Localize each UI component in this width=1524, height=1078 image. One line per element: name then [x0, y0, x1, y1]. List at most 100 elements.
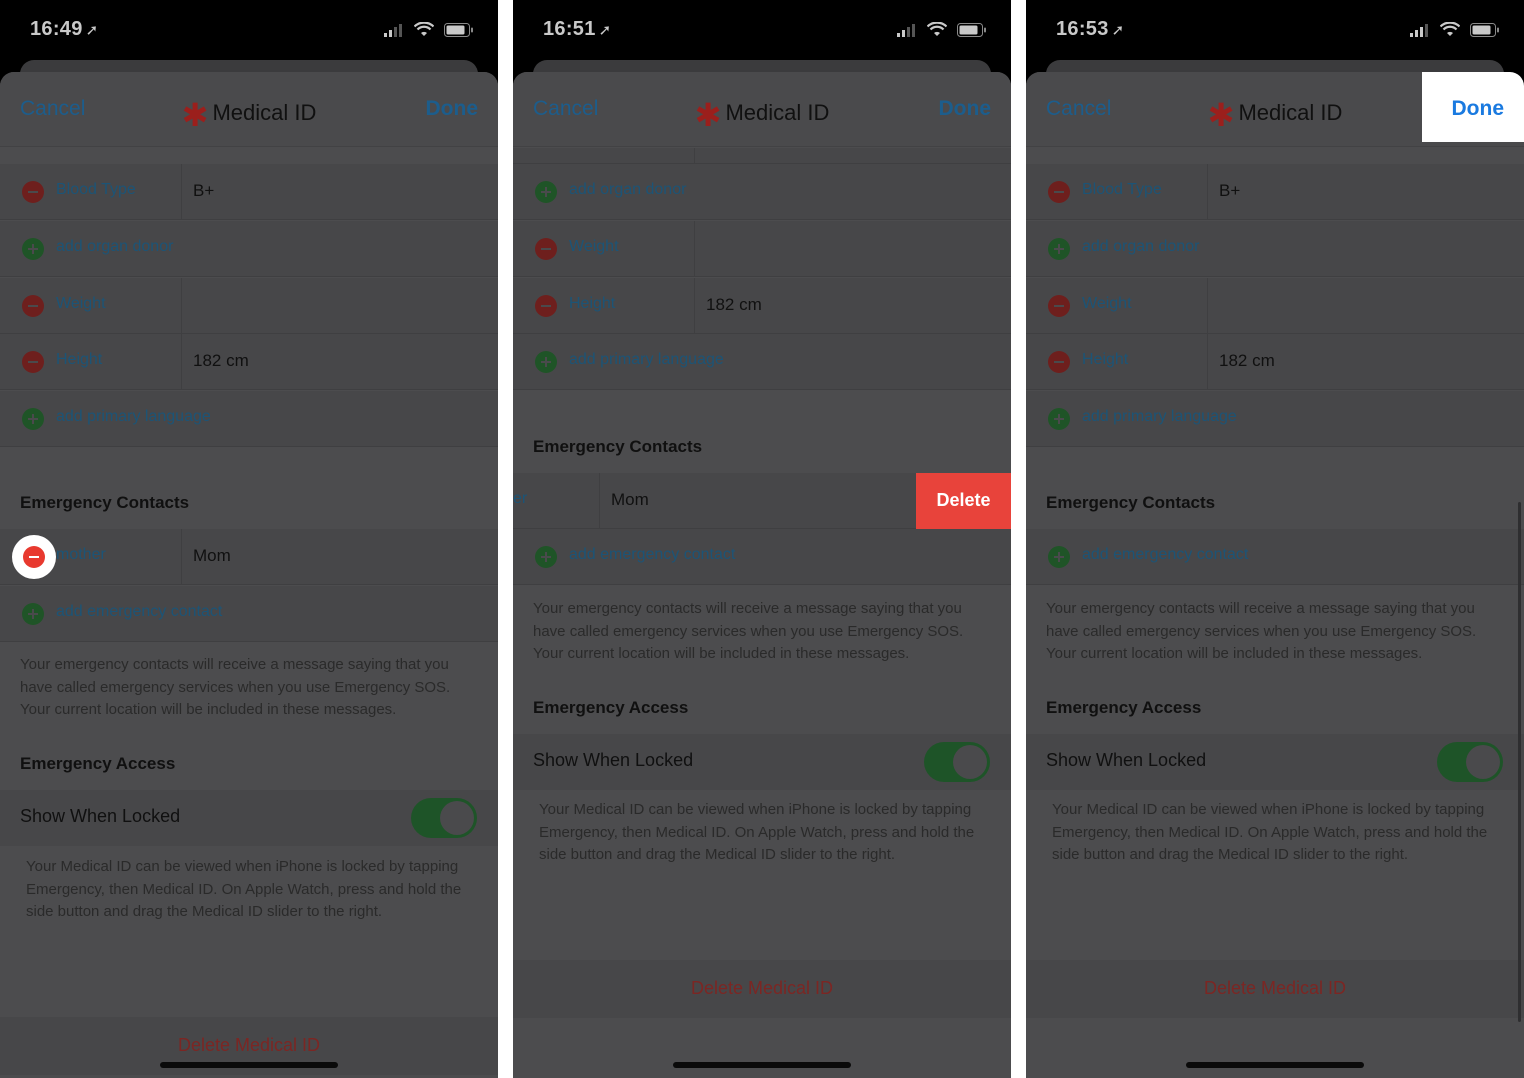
- emergency-contacts-note: Your emergency contacts will receive a m…: [20, 656, 451, 718]
- row-label: Height: [1082, 351, 1129, 368]
- status-bar: 16:49 ➚: [0, 0, 498, 62]
- plus-circle-icon[interactable]: [22, 238, 44, 260]
- row-divider: [1207, 334, 1208, 389]
- show-when-locked-toggle[interactable]: [1437, 742, 1503, 782]
- row-value[interactable]: 182 cm: [1219, 351, 1275, 371]
- row-blood-type[interactable]: Blood Type B+: [0, 164, 498, 220]
- row-add-primary-language[interactable]: add primary language: [513, 334, 1011, 390]
- toggle-knob: [953, 745, 987, 779]
- done-button[interactable]: Done: [1452, 97, 1505, 121]
- emergency-access-header: Emergency Access: [1046, 698, 1202, 717]
- status-icons: [384, 22, 474, 37]
- nav-bar: Cancel ✱ Medical ID Done: [513, 72, 1011, 147]
- plus-circle-icon[interactable]: [1048, 238, 1070, 260]
- plus-circle-icon[interactable]: [22, 408, 44, 430]
- plus-circle-icon[interactable]: [535, 181, 557, 203]
- minus-circle-icon[interactable]: [1048, 351, 1070, 373]
- status-time-label: 16:53: [1056, 18, 1109, 40]
- row-add-emergency-contact[interactable]: add emergency contact: [0, 586, 498, 642]
- row-add-emergency-contact[interactable]: add emergency contact: [513, 529, 1011, 585]
- show-when-locked-label: Show When Locked: [1046, 750, 1207, 770]
- row-add-primary-language[interactable]: add primary language: [1026, 391, 1524, 447]
- delete-medical-id-button[interactable]: Delete Medical ID: [1026, 960, 1524, 1018]
- emergency-contacts-header: Emergency Contacts: [20, 493, 190, 512]
- cellular-signal-icon: [897, 23, 915, 37]
- emergency-contacts-header: Emergency Contacts: [1046, 493, 1216, 512]
- row-add-organ-donor[interactable]: add organ donor: [513, 164, 1011, 220]
- show-when-locked-toggle[interactable]: [411, 798, 477, 838]
- plus-circle-icon[interactable]: [535, 351, 557, 373]
- scroll-indicator[interactable]: [1518, 502, 1521, 1022]
- home-indicator[interactable]: [160, 1062, 338, 1068]
- row-height[interactable]: Height 182 cm: [513, 278, 1011, 334]
- page-title: ✱ Medical ID: [0, 96, 498, 134]
- status-time-label: 16:51: [543, 18, 596, 40]
- highlighted-minus-icon[interactable]: [12, 535, 56, 579]
- plus-circle-icon[interactable]: [1048, 546, 1070, 568]
- minus-circle-icon[interactable]: [22, 351, 44, 373]
- medical-star-icon: ✱: [181, 97, 209, 133]
- row-weight[interactable]: Weight: [1026, 278, 1524, 334]
- screen-3: 16:53 ➚ Cancel ✱ Medical ID Done Blood Typ…: [1026, 0, 1524, 1078]
- minus-circle-icon[interactable]: [22, 181, 44, 203]
- row-partial: [513, 148, 1011, 164]
- show-when-locked-label: Show When Locked: [20, 806, 181, 826]
- emergency-access-note: Your Medical ID can be viewed when iPhon…: [26, 858, 462, 920]
- status-icons: [897, 22, 987, 37]
- row-value[interactable]: B+: [193, 181, 214, 201]
- row-add-emergency-contact[interactable]: add emergency contact: [1026, 529, 1524, 585]
- row-value[interactable]: 182 cm: [706, 295, 762, 315]
- minus-circle-icon[interactable]: [535, 238, 557, 260]
- battery-icon: [1470, 22, 1499, 37]
- row-value[interactable]: B+: [1219, 181, 1240, 201]
- row-divider: [181, 164, 182, 219]
- location-arrow-icon: ➚: [85, 22, 99, 39]
- plus-circle-icon[interactable]: [22, 603, 44, 625]
- row-add-primary-language[interactable]: add primary language: [0, 391, 498, 447]
- done-button[interactable]: Done: [939, 97, 992, 121]
- medical-star-icon: ✱: [694, 97, 722, 133]
- delete-contact-button[interactable]: Delete: [916, 473, 1011, 529]
- status-bar: 16:51 ➚: [513, 0, 1011, 62]
- done-button[interactable]: Done: [426, 97, 479, 121]
- plus-circle-icon[interactable]: [535, 546, 557, 568]
- emergency-access-note: Your Medical ID can be viewed when iPhon…: [539, 801, 975, 863]
- row-weight[interactable]: Weight: [0, 278, 498, 334]
- wifi-icon: [1440, 22, 1460, 36]
- emergency-access-note: Your Medical ID can be viewed when iPhon…: [1052, 801, 1488, 863]
- minus-circle-icon[interactable]: [1048, 295, 1070, 317]
- wifi-icon: [927, 22, 947, 36]
- row-blood-type[interactable]: Blood Type B+: [1026, 164, 1524, 220]
- row-divider: [694, 278, 695, 333]
- row-divider: [1207, 278, 1208, 333]
- row-weight[interactable]: Weight: [513, 221, 1011, 277]
- row-height[interactable]: Height 182 cm: [0, 334, 498, 390]
- row-emergency-contact[interactable]: mother Mom: [0, 529, 498, 585]
- medical-star-icon: ✱: [1207, 97, 1235, 133]
- row-divider: [181, 278, 182, 333]
- show-when-locked-label: Show When Locked: [533, 750, 694, 770]
- show-when-locked-toggle[interactable]: [924, 742, 990, 782]
- cellular-signal-icon: [384, 23, 402, 37]
- row-show-when-locked: Show When Locked: [1026, 734, 1524, 790]
- minus-circle-icon[interactable]: [22, 295, 44, 317]
- row-divider: [181, 529, 182, 584]
- delete-medical-id-button[interactable]: Delete Medical ID: [513, 960, 1011, 1018]
- row-add-organ-donor[interactable]: add organ donor: [0, 221, 498, 277]
- screen-1: 16:49 ➚ Cancel ✱ Medical ID Done Blood Typ…: [0, 0, 498, 1078]
- home-indicator[interactable]: [673, 1062, 851, 1068]
- row-height[interactable]: Height 182 cm: [1026, 334, 1524, 390]
- row-emergency-contact-swiped[interactable]: er Mom Delete: [513, 473, 1011, 529]
- minus-circle-icon[interactable]: [1048, 181, 1070, 203]
- toggle-knob: [440, 801, 474, 835]
- status-time: 16:53 ➚: [1056, 18, 1125, 41]
- minus-circle-icon[interactable]: [535, 295, 557, 317]
- plus-circle-icon[interactable]: [1048, 408, 1070, 430]
- screen-2: 16:51 ➚ Cancel ✱ Medical ID Done add organ…: [513, 0, 1011, 1078]
- row-divider: [181, 334, 182, 389]
- row-value[interactable]: 182 cm: [193, 351, 249, 371]
- row-add-organ-donor[interactable]: add organ donor: [1026, 221, 1524, 277]
- status-time: 16:49 ➚: [30, 18, 99, 41]
- home-indicator[interactable]: [1186, 1062, 1364, 1068]
- contact-name: Mom: [611, 490, 649, 509]
